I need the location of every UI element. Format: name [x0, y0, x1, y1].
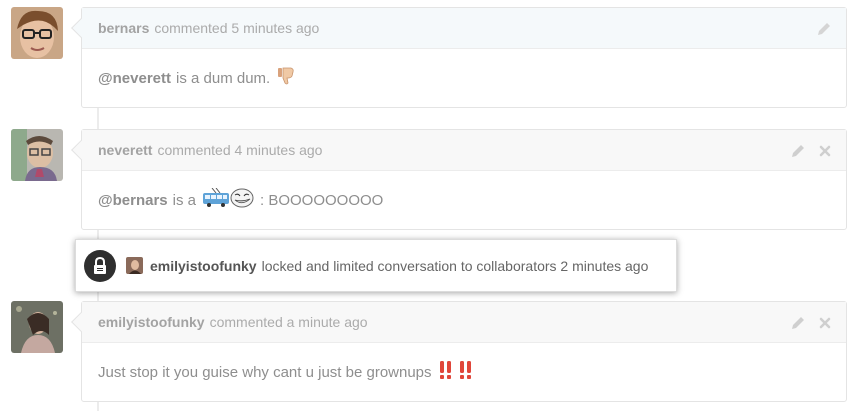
comment-body: @neverett is a dum dum. — [82, 49, 846, 107]
comment-neverett: neverett commented 4 minutes ago @bernar… — [71, 129, 847, 230]
comment-arrow — [71, 140, 91, 160]
thumbs-down-icon — [276, 66, 296, 90]
comment-timestamp[interactable]: commented 4 minutes ago — [157, 142, 322, 158]
lock-event: emilyistoofunky locked and limited conve… — [75, 239, 677, 292]
comment-bernars: bernars commented 5 minutes ago @neveret… — [71, 7, 847, 108]
avatar-neverett[interactable] — [11, 129, 63, 181]
comment-header: neverett commented 4 minutes ago — [71, 130, 846, 171]
user-mention[interactable]: @bernars — [98, 192, 168, 209]
comment-body: @bernars is a : BOOOOOOOOO — [82, 171, 846, 229]
comment-arrow — [71, 312, 91, 332]
comment-text: is a dum dum. — [176, 69, 271, 87]
event-actor[interactable]: emilyistoofunky — [150, 258, 257, 274]
avatar-emilyistoofunky-small[interactable] — [126, 257, 143, 274]
comment-author[interactable]: emilyistoofunky — [98, 314, 205, 330]
event-text: locked and limited conversation to colla… — [261, 257, 649, 274]
edit-pencil-icon[interactable] — [790, 143, 806, 159]
comment-emilyistoofunky: emilyistoofunky commented a minute ago J… — [71, 301, 847, 402]
edit-pencil-icon[interactable] — [816, 21, 832, 37]
comment-header: bernars commented 5 minutes ago — [71, 8, 846, 49]
avatar-bernars[interactable] — [11, 7, 63, 59]
comment-actions — [816, 8, 832, 49]
comment-timestamp[interactable]: commented 5 minutes ago — [154, 20, 319, 36]
comment-text-after: : BOOOOOOOOO — [260, 191, 384, 209]
double-exclamation-icon — [438, 360, 478, 384]
trollface-icon — [230, 188, 254, 212]
comment-arrow — [71, 18, 91, 38]
comment-header: emilyistoofunky commented a minute ago — [71, 302, 846, 343]
avatar-emilyistoofunky[interactable] — [11, 301, 63, 353]
comment-actions — [790, 302, 832, 343]
comment-text: is a — [172, 191, 196, 209]
delete-x-icon[interactable] — [818, 316, 832, 330]
comment-author[interactable]: neverett — [98, 142, 152, 158]
delete-x-icon[interactable] — [818, 144, 832, 158]
comment-body: Just stop it you guise why cant u just b… — [82, 343, 846, 401]
comment-author[interactable]: bernars — [98, 20, 149, 36]
comment-actions — [790, 130, 832, 171]
comment-timestamp[interactable]: commented a minute ago — [210, 314, 368, 330]
user-mention[interactable]: @neverett — [98, 70, 171, 87]
edit-pencil-icon[interactable] — [790, 315, 806, 331]
trolleybus-icon — [202, 187, 230, 212]
lock-icon — [84, 249, 116, 282]
comment-text: Just stop it you guise why cant u just b… — [98, 363, 432, 381]
